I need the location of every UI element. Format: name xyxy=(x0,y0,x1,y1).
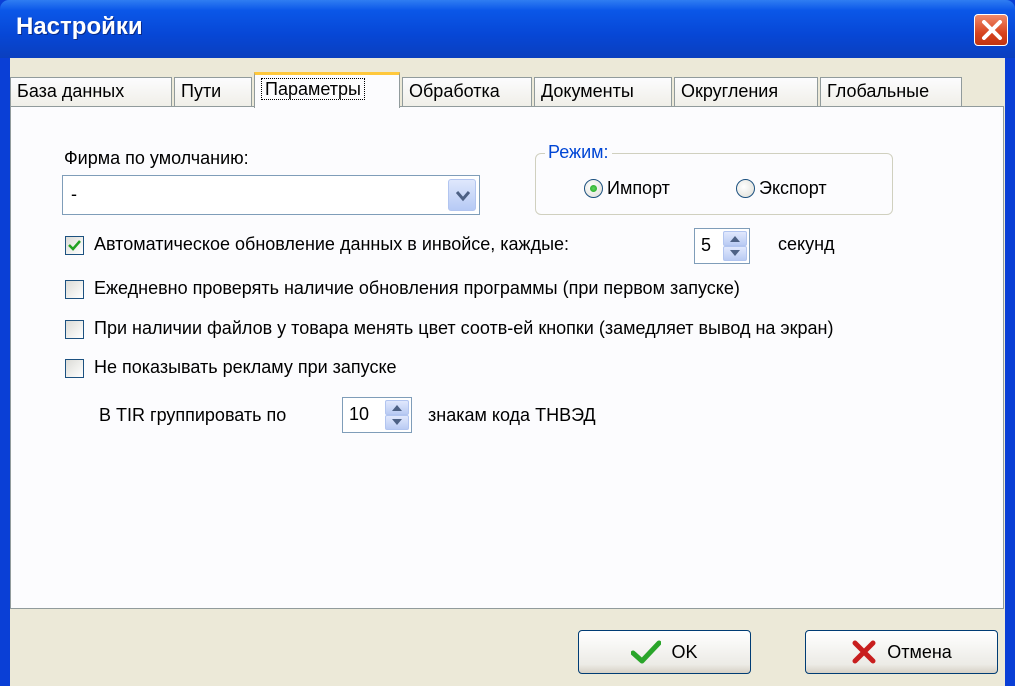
tir-group-value: 10 xyxy=(349,404,370,424)
import-radio[interactable] xyxy=(584,179,603,198)
checkmark-icon xyxy=(631,640,662,664)
tir-group-spinner[interactable]: 10 xyxy=(342,397,412,433)
auto-update-checkbox[interactable] xyxy=(65,236,84,255)
arrow-up-icon xyxy=(730,236,740,242)
auto-update-interval-value: 5 xyxy=(701,235,712,255)
arrow-down-icon xyxy=(392,419,402,425)
export-radio-label[interactable]: Экспорт xyxy=(759,178,827,199)
title-bar[interactable]: Настройки xyxy=(0,0,1015,58)
cross-icon xyxy=(852,640,876,664)
file-color-checkbox[interactable] xyxy=(65,320,84,339)
tab-database[interactable]: База данных xyxy=(10,77,172,106)
auto-update-interval-spinner[interactable]: 5 xyxy=(694,228,750,264)
import-radio-label[interactable]: Импорт xyxy=(607,178,670,199)
spin-up-button[interactable] xyxy=(723,231,747,246)
auto-update-unit: секунд xyxy=(778,234,835,254)
daily-check-label[interactable]: Ежедневно проверять наличие обновления п… xyxy=(94,278,740,299)
tab-global[interactable]: Глобальные xyxy=(820,77,962,106)
tir-suffix-label: знакам кода ТНВЭД xyxy=(428,405,596,425)
ok-button-content: OK xyxy=(579,631,750,673)
tab-documents[interactable]: Документы xyxy=(534,77,672,106)
settings-window: Настройки База данных Пути Параметры Обр… xyxy=(0,0,1015,686)
arrow-down-icon xyxy=(730,250,740,256)
ok-button[interactable]: OK xyxy=(578,630,751,674)
firm-dropdown-button[interactable] xyxy=(448,179,476,211)
tir-prefix-label: В TIR группировать по xyxy=(99,405,287,425)
firm-value: - xyxy=(71,184,77,204)
dialog-client-area: База данных Пути Параметры Обработка Док… xyxy=(10,58,1005,686)
tab-label: Пути xyxy=(181,81,222,101)
spin-down-button[interactable] xyxy=(385,415,409,430)
spin-buttons xyxy=(723,231,747,261)
arrow-up-icon xyxy=(392,405,402,411)
tab-rounding[interactable]: Округления xyxy=(674,77,818,106)
tab-parameters[interactable]: Параметры xyxy=(254,72,400,108)
mode-legend: Режим: xyxy=(545,142,612,163)
tab-label: Документы xyxy=(541,81,634,101)
firm-combobox[interactable]: - xyxy=(62,175,480,215)
tab-processing[interactable]: Обработка xyxy=(402,77,532,106)
checkmark-icon xyxy=(68,240,81,251)
auto-update-label[interactable]: Автоматическое обновление данных в инвой… xyxy=(94,234,569,255)
daily-check-checkbox[interactable] xyxy=(65,280,84,299)
no-ads-label[interactable]: Не показывать рекламу при запуске xyxy=(94,357,397,378)
close-button[interactable] xyxy=(974,14,1008,46)
spin-down-button[interactable] xyxy=(723,246,747,261)
tab-label: Глобальные xyxy=(827,81,930,101)
tab-strip: База данных Пути Параметры Обработка Док… xyxy=(10,72,1005,108)
close-icon xyxy=(982,20,1002,40)
tab-paths[interactable]: Пути xyxy=(174,77,252,106)
tab-label: База данных xyxy=(17,81,125,101)
firm-label: Фирма по умолчанию: xyxy=(64,148,249,168)
radio-selected-dot xyxy=(590,185,597,192)
file-color-label[interactable]: При наличии файлов у товара менять цвет … xyxy=(94,318,833,339)
spin-buttons xyxy=(385,400,409,430)
export-radio[interactable] xyxy=(736,179,755,198)
cancel-button[interactable]: Отмена xyxy=(805,630,998,674)
tab-label: Округления xyxy=(681,81,779,101)
ok-button-label: OK xyxy=(671,641,698,662)
chevron-down-icon xyxy=(456,191,470,202)
spin-up-button[interactable] xyxy=(385,400,409,415)
tab-label: Обработка xyxy=(409,81,500,101)
cancel-button-content: Отмена xyxy=(806,631,997,673)
no-ads-checkbox[interactable] xyxy=(65,359,84,378)
cancel-button-label: Отмена xyxy=(887,641,952,662)
window-title: Настройки xyxy=(16,13,143,40)
tab-label: Параметры xyxy=(261,78,365,100)
